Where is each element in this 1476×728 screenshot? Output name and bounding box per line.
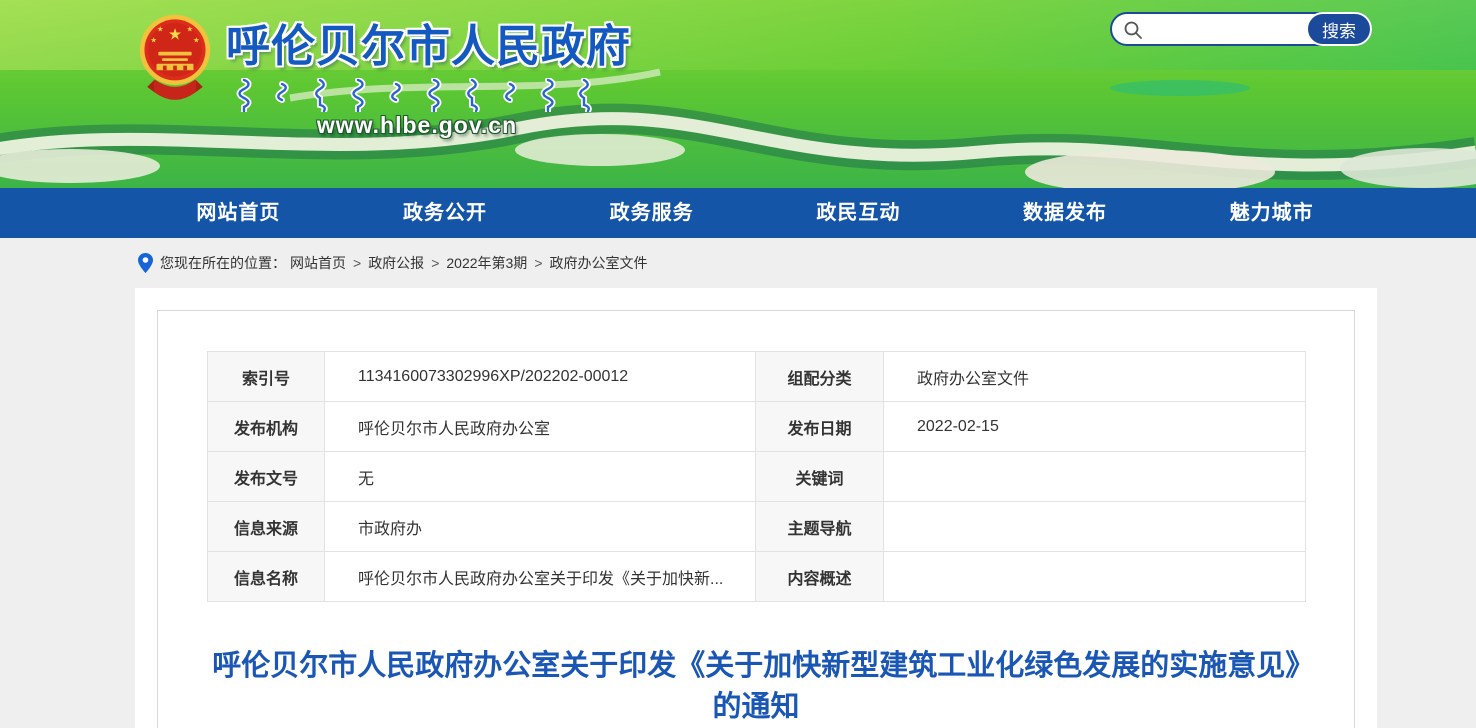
breadcrumb-link-issue[interactable]: 2022年第3期 [446, 253, 527, 273]
meta-label-keywords: 关键词 [756, 452, 884, 502]
meta-value-topic-navigation [884, 502, 1306, 552]
meta-label-category: 组配分类 [756, 352, 884, 402]
svg-text:★: ★ [157, 24, 164, 33]
meta-value-info-source: 市政府办 [325, 502, 756, 552]
meta-value-publish-date: 2022-02-15 [884, 402, 1306, 452]
nav-item-data-release[interactable]: 数据发布 [962, 188, 1169, 238]
nav-item-interaction[interactable]: 政民互动 [755, 188, 962, 238]
search-bar: 搜索 [1110, 12, 1372, 46]
meta-label-info-source: 信息来源 [208, 502, 325, 552]
meta-label-document-number: 发布文号 [208, 452, 325, 502]
svg-text:★: ★ [193, 36, 200, 45]
svg-text:★: ★ [186, 24, 193, 33]
nav-item-charming-city[interactable]: 魅力城市 [1168, 188, 1375, 238]
nav-link-gov-disclosure[interactable]: 政务公开 [403, 188, 487, 238]
mongolian-script-icon [236, 78, 598, 112]
document-panel: 索引号 1134160073302996XP/202202-00012 组配分类… [157, 310, 1355, 728]
meta-value-category: 政府办公室文件 [884, 352, 1306, 402]
nav-link-charming-city[interactable]: 魅力城市 [1230, 188, 1314, 238]
nav-link-gov-services[interactable]: 政务服务 [610, 188, 694, 238]
table-row: 信息来源 市政府办 主题导航 [208, 502, 1306, 552]
site-logo-link[interactable]: ★ ★ ★ ★ ★ 呼伦贝尔市人民政府 [138, 10, 608, 139]
search-icon [1123, 20, 1143, 40]
nav-link-interaction[interactable]: 政民互动 [816, 188, 900, 238]
breadcrumb-link-office-docs[interactable]: 政府办公室文件 [550, 253, 648, 273]
nav-item-gov-disclosure[interactable]: 政务公开 [342, 188, 549, 238]
location-pin-icon [138, 253, 153, 273]
breadcrumb-separator: > [534, 255, 542, 271]
breadcrumb: 您现在所在的位置： 网站首页 > 政府公报 > 2022年第3期 > 政府办公室… [0, 238, 1476, 288]
meta-value-info-name: 呼伦贝尔市人民政府办公室关于印发《关于加快新... [325, 552, 756, 602]
article-title: 呼伦贝尔市人民政府办公室关于印发《关于加快新型建筑工业化绿色发展的实施意见》的通… [208, 646, 1304, 728]
nav-link-data-release[interactable]: 数据发布 [1023, 188, 1107, 238]
breadcrumb-prefix: 您现在所在的位置： [160, 253, 286, 273]
content-card: 索引号 1134160073302996XP/202202-00012 组配分类… [135, 288, 1377, 728]
table-row: 信息名称 呼伦贝尔市人民政府办公室关于印发《关于加快新... 内容概述 [208, 552, 1306, 602]
meta-value-content-summary [884, 552, 1306, 602]
meta-value-document-number: 无 [325, 452, 756, 502]
table-row: 发布机构 呼伦贝尔市人民政府办公室 发布日期 2022-02-15 [208, 402, 1306, 452]
meta-label-index-number: 索引号 [208, 352, 325, 402]
meta-value-issuing-agency: 呼伦贝尔市人民政府办公室 [325, 402, 756, 452]
national-emblem-icon: ★ ★ ★ ★ ★ [138, 10, 212, 112]
meta-value-keywords [884, 452, 1306, 502]
meta-label-issuing-agency: 发布机构 [208, 402, 325, 452]
search-button[interactable]: 搜索 [1306, 12, 1372, 46]
svg-text:★: ★ [150, 36, 157, 45]
meta-value-index-number: 1134160073302996XP/202202-00012 [325, 352, 756, 402]
meta-label-publish-date: 发布日期 [756, 402, 884, 452]
site-title: 呼伦贝尔市人民政府 [226, 22, 631, 71]
document-meta-table: 索引号 1134160073302996XP/202202-00012 组配分类… [207, 351, 1306, 602]
breadcrumb-separator: > [353, 255, 361, 271]
table-row: 索引号 1134160073302996XP/202202-00012 组配分类… [208, 352, 1306, 402]
nav-link-home[interactable]: 网站首页 [196, 188, 280, 238]
main-navigation: 网站首页 政务公开 政务服务 政民互动 数据发布 魅力城市 [0, 188, 1476, 238]
breadcrumb-link-gazette[interactable]: 政府公报 [368, 253, 424, 273]
meta-label-content-summary: 内容概述 [756, 552, 884, 602]
site-url: www.hlbe.gov.cn [317, 112, 517, 138]
meta-label-topic-navigation: 主题导航 [756, 502, 884, 552]
search-input[interactable] [1112, 14, 1419, 44]
meta-label-info-name: 信息名称 [208, 552, 325, 602]
svg-text:★: ★ [168, 27, 182, 44]
nav-item-home[interactable]: 网站首页 [135, 188, 342, 238]
breadcrumb-separator: > [431, 255, 439, 271]
site-banner: ★ ★ ★ ★ ★ 呼伦贝尔市人民政府 [0, 0, 1476, 188]
breadcrumb-link-home[interactable]: 网站首页 [290, 253, 346, 273]
nav-item-gov-services[interactable]: 政务服务 [548, 188, 755, 238]
table-row: 发布文号 无 关键词 [208, 452, 1306, 502]
